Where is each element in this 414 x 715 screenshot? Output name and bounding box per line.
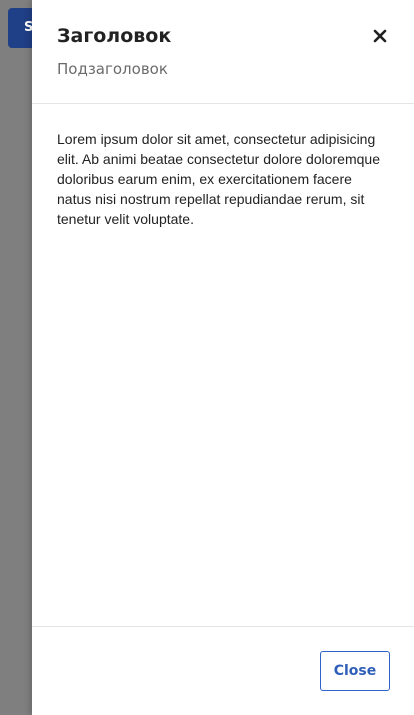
drawer-subtitle: Подзаголовок	[57, 60, 168, 78]
side-drawer: Заголовок Подзаголовок Lorem ipsum dolor…	[32, 0, 414, 715]
drawer-body-text: Lorem ipsum dolor sit amet, consectetur …	[57, 131, 380, 227]
close-icon-button[interactable]	[368, 24, 392, 48]
drawer-title: Заголовок	[57, 25, 172, 47]
drawer-footer: Close	[32, 626, 414, 715]
drawer-header: Заголовок Подзаголовок	[32, 0, 414, 104]
close-button[interactable]: Close	[320, 651, 390, 691]
drawer-body: Lorem ipsum dolor sit amet, consectetur …	[32, 104, 414, 626]
close-icon	[373, 29, 387, 43]
